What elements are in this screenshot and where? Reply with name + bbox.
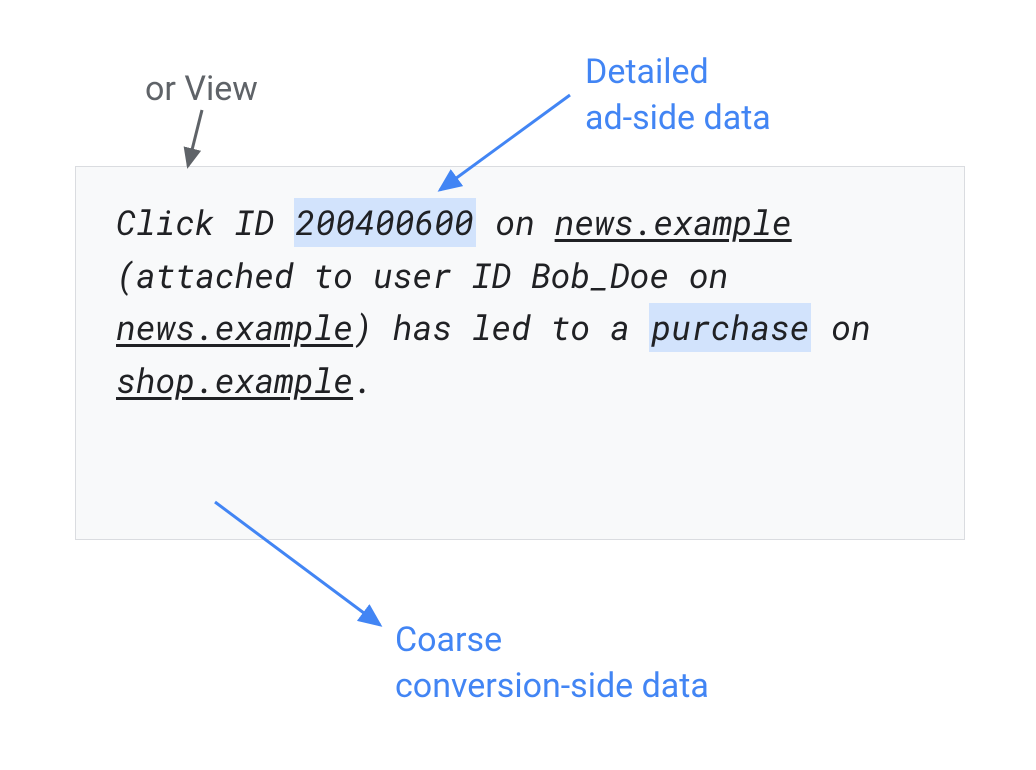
- text-part3: (attached to user ID Bob_Doe on: [116, 253, 728, 298]
- site2: shop.example: [116, 358, 353, 403]
- arrow-or-view: [180, 108, 220, 178]
- detailed-line2: ad-side data: [585, 98, 771, 138]
- text-part4: ) has led to a: [353, 305, 649, 350]
- coarse-line2: conversion-side data: [395, 666, 709, 706]
- arrow-detailed: [430, 65, 590, 195]
- coarse-label: Coarse conversion-side data: [395, 618, 709, 710]
- coarse-line1: Coarse: [395, 620, 502, 660]
- text-part5: on: [811, 305, 870, 350]
- text-part1: Click ID: [116, 200, 294, 245]
- detailed-line1: Detailed: [585, 52, 709, 92]
- site1b: news.example: [116, 305, 353, 350]
- click-id-highlight: 200400600: [294, 198, 476, 247]
- example-box: Click ID 200400600 on news.example (atta…: [75, 166, 965, 540]
- arrow-coarse: [210, 497, 395, 642]
- or-view-text: or View: [145, 69, 258, 109]
- example-text: Click ID 200400600 on news.example (atta…: [116, 197, 924, 408]
- or-view-label: or View: [145, 69, 258, 109]
- detailed-label: Detailed ad-side data: [585, 50, 771, 142]
- text-part6: .: [353, 358, 373, 403]
- purchase-highlight: purchase: [649, 303, 811, 352]
- site1: news.example: [555, 200, 792, 245]
- text-part2: on: [476, 200, 555, 245]
